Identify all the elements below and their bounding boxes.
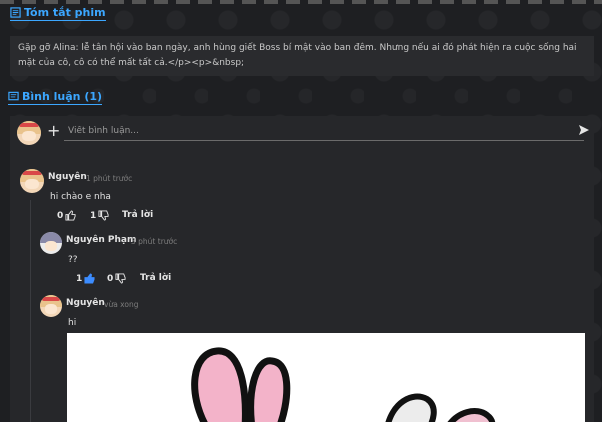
- dislike-count: 0: [107, 273, 114, 284]
- dislike-count: 1: [90, 210, 97, 221]
- filmstrip-border: [0, 0, 602, 4]
- summary-title-label: Tóm tắt phim: [24, 6, 106, 19]
- avatar: [20, 169, 44, 193]
- send-icon[interactable]: [578, 124, 590, 136]
- dislike-button[interactable]: 0: [107, 273, 126, 284]
- comment-time: 1 phút trước: [86, 174, 133, 183]
- thumbs-down-icon: [115, 273, 126, 284]
- avatar: [40, 232, 62, 254]
- like-count: 1: [76, 273, 83, 284]
- document-icon: [10, 7, 21, 18]
- thumbs-up-icon: [65, 210, 76, 221]
- user-avatar: [17, 121, 41, 145]
- comment-input[interactable]: [64, 122, 584, 141]
- comment-author[interactable]: Nguyên Phạm: [66, 235, 136, 245]
- comment-text: hi chào e nha: [50, 192, 111, 202]
- dislike-button[interactable]: 1: [90, 210, 109, 221]
- thumbs-down-icon: [98, 210, 109, 221]
- comment-time: vừa xong: [104, 300, 139, 309]
- reply-thread-line: [30, 200, 31, 422]
- like-count: 0: [57, 210, 64, 221]
- comment-time: 3 phút trước: [131, 237, 178, 246]
- comment-image[interactable]: [67, 333, 585, 422]
- comment-author[interactable]: Nguyên: [66, 298, 105, 308]
- thumbs-up-icon: [84, 273, 95, 284]
- reply-button[interactable]: Trả lời: [122, 210, 153, 220]
- comment-author[interactable]: Nguyên: [48, 172, 87, 182]
- avatar: [40, 295, 62, 317]
- like-button[interactable]: 1: [76, 273, 95, 284]
- summary-box: Gặp gỡ Alina: lễ tân hội vào ban ngày, a…: [10, 36, 594, 76]
- comments-title: Bình luận (1): [8, 90, 103, 105]
- comment-text: ??: [68, 255, 78, 265]
- add-icon[interactable]: +: [47, 121, 60, 140]
- summary-text: Gặp gỡ Alina: lễ tân hội vào ban ngày, a…: [18, 43, 577, 68]
- reply-button[interactable]: Trả lời: [140, 273, 171, 283]
- summary-title: Tóm tắt phim: [10, 6, 106, 21]
- comments-title-label: Bình luận (1): [22, 90, 103, 103]
- comment-icon: [8, 91, 19, 101]
- like-button[interactable]: 0: [57, 210, 76, 221]
- comment-text: hi: [68, 318, 77, 328]
- bunny-illustration: [191, 347, 496, 422]
